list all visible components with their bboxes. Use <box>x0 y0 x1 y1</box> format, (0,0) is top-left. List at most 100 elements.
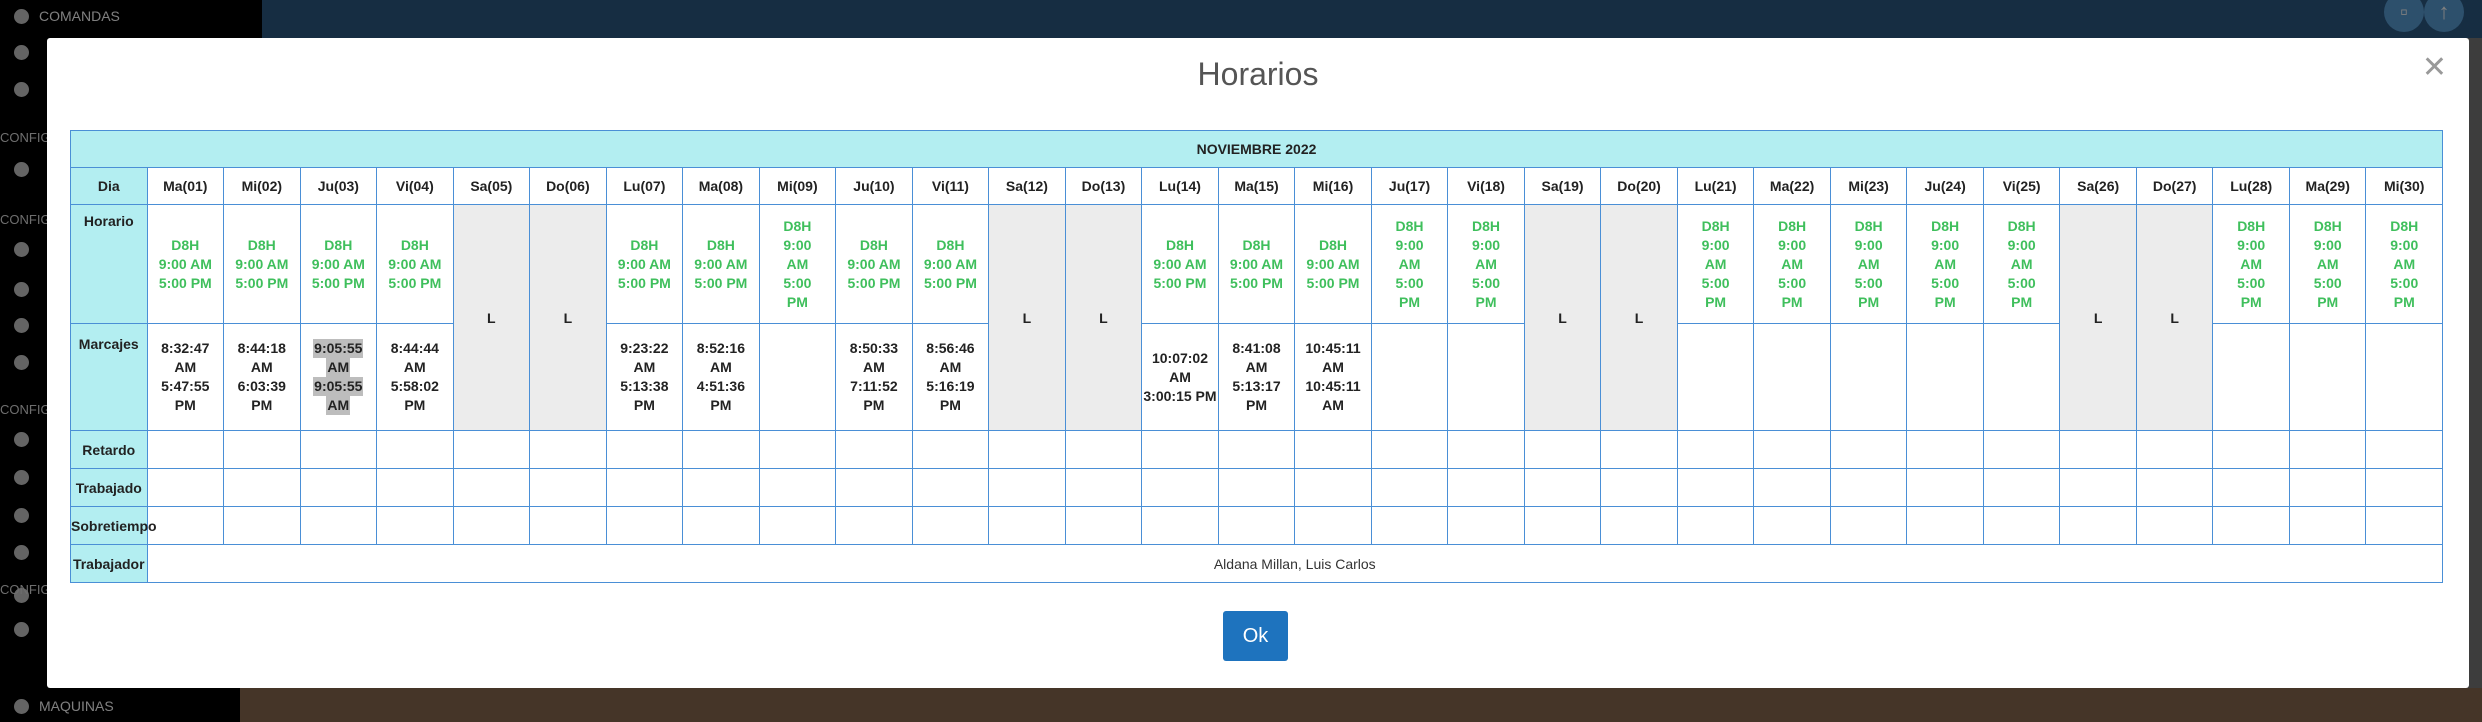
modal-title: Horarios <box>1197 56 1319 92</box>
schedule-line: AM <box>2393 255 2416 272</box>
marcaje-cell <box>2288 323 2367 431</box>
sobretiempo-cell <box>1447 506 1525 545</box>
marcaje-line: 8:44:44 <box>390 340 439 356</box>
retardo-cell <box>1829 430 1908 469</box>
close-icon[interactable]: ✕ <box>2422 50 2447 85</box>
schedule-line: 9:00 AM <box>923 255 978 272</box>
row-label-horario: Horario <box>70 204 148 324</box>
sobretiempo-cell <box>2365 506 2443 545</box>
marcaje-line: PM <box>939 397 961 413</box>
marcaje-cell: 8:52:16 AM 4:51:36 PM <box>682 323 760 431</box>
schedule-line: PM <box>2011 293 2033 310</box>
retardo-cell <box>1141 430 1219 469</box>
marcaje-cell <box>2212 323 2290 431</box>
marcaje-line: AM <box>939 359 962 375</box>
marcaje-line: PM <box>1245 397 1267 413</box>
trabajado-cell <box>146 468 225 507</box>
schedule-line: AM <box>1934 255 1957 272</box>
schedule-line: D8H <box>936 236 965 253</box>
marcaje-line: 8:50:33 <box>849 340 899 356</box>
marcaje-line: AM <box>863 359 885 375</box>
schedule-line: 5:00 <box>2390 274 2419 291</box>
day-off-cell: L <box>529 204 607 431</box>
schedule-cell: D8H 9:00 AM 5:00 PM <box>911 204 990 324</box>
schedule-line: AM <box>1398 255 1421 272</box>
marcaje-line: 10:45:11 <box>1305 340 1361 356</box>
ok-button[interactable]: Ok <box>1223 611 1288 661</box>
trabajado-cell <box>682 468 760 507</box>
schedule-line: AM <box>786 255 809 272</box>
marcaje-line: 5:13:38 <box>620 378 669 394</box>
schedule-line: AM <box>1475 255 1497 272</box>
marcaje-line: 8:44:18 <box>237 340 286 356</box>
schedule-line: D8H <box>1472 217 1501 234</box>
schedule-cell: D8H 9:00 AM 5:00 PM <box>605 204 684 324</box>
schedule-line: PM <box>2393 293 2415 310</box>
schedule-line: D8H <box>2237 217 2266 234</box>
marcaje-cell: 9:05:55 AM 9:05:55 AM <box>299 323 378 431</box>
day-header: Ma(22) <box>1753 167 1831 205</box>
schedule-line: 5:00 PM <box>1230 274 1283 291</box>
day-header: Vi(18) <box>1447 167 1525 205</box>
sobretiempo-cell <box>1600 506 1678 545</box>
schedule-line: 9:00 AM <box>1229 255 1284 272</box>
schedule-line: 9:00 <box>2313 236 2342 253</box>
schedule-line: 5:00 <box>2007 274 2036 291</box>
schedule-line: 5:00 PM <box>1306 274 1360 291</box>
marcaje-cell <box>2365 323 2443 431</box>
day-header: Do(06) <box>529 167 607 205</box>
sobretiempo-cell <box>452 506 531 545</box>
day-header: Ma(29) <box>2288 167 2367 205</box>
trabajado-cell <box>911 468 990 507</box>
schedule-cell: D8H 9:00 AM 5:00 PM <box>1294 204 1372 324</box>
retardo-cell <box>1064 430 1143 469</box>
trabajado-cell <box>1982 468 2061 507</box>
retardo-cell <box>2135 430 2214 469</box>
sobretiempo-cell <box>758 506 837 545</box>
sobretiempo-cell <box>988 506 1066 545</box>
marcaje-cell: 10:07:02 AM 3:00:15 PM <box>1141 323 1219 431</box>
trabajado-cell <box>2212 468 2290 507</box>
trabajado-cell <box>988 468 1066 507</box>
schedule-line: PM <box>2240 293 2262 310</box>
schedule-line: 5:00 PM <box>1153 274 1207 291</box>
schedule-cell: D8H 9:00 AM 5:00 PM <box>1982 204 2061 324</box>
marcaje-cell: 10:45:11 AM 10:45:11 AM <box>1294 323 1372 431</box>
marcaje-line: 5:13:17 <box>1232 378 1281 394</box>
retardo-cell <box>452 430 531 469</box>
trabajado-cell <box>299 468 378 507</box>
schedule-cell: D8H 9:00 AM 5:00 PM <box>1447 204 1525 324</box>
schedule-line: D8H <box>859 236 888 253</box>
schedule-line: 5:00 PM <box>235 274 289 291</box>
day-header: Mi(16) <box>1294 167 1372 205</box>
schedule-line: PM <box>786 293 808 310</box>
trabajado-cell <box>2135 468 2214 507</box>
trabajado-cell <box>2059 468 2137 507</box>
marcaje-cell: 8:44:44 AM 5:58:02 PM <box>376 323 454 431</box>
marcaje-cell <box>1753 323 1831 431</box>
sobretiempo-cell <box>2059 506 2137 545</box>
schedule-line: 9:00 AM <box>847 255 901 272</box>
sobretiempo-cell <box>911 506 990 545</box>
marcaje-line: 8:52:16 <box>696 340 746 356</box>
schedule-line: 9:00 <box>1472 236 1501 253</box>
schedule-line: D8H <box>783 217 812 234</box>
marcaje-line: 7:11:52 <box>850 378 898 394</box>
schedule-line: D8H <box>2390 217 2419 234</box>
day-off-cell: L <box>1523 204 1602 431</box>
day-header: Lu(21) <box>1676 167 1755 205</box>
day-header: Ju(24) <box>1906 167 1984 205</box>
retardo-cell <box>299 430 378 469</box>
schedule-line: D8H <box>247 236 276 253</box>
trabajado-cell <box>452 468 531 507</box>
schedule-line: 5:00 <box>2237 274 2266 291</box>
row-label-sobretiempo: Sobretiempo <box>70 506 157 545</box>
marcaje-cell <box>1829 323 1908 431</box>
marcaje-line: AM <box>250 359 273 375</box>
trabajado-cell <box>1753 468 1831 507</box>
retardo-cell <box>2212 430 2290 469</box>
day-header: Sa(26) <box>2059 167 2137 205</box>
marcaje-line: PM <box>863 397 885 413</box>
schedule-line: 9:00 <box>1931 236 1960 253</box>
schedule-cell: D8H 9:00 AM 5:00 PM <box>1676 204 1755 324</box>
